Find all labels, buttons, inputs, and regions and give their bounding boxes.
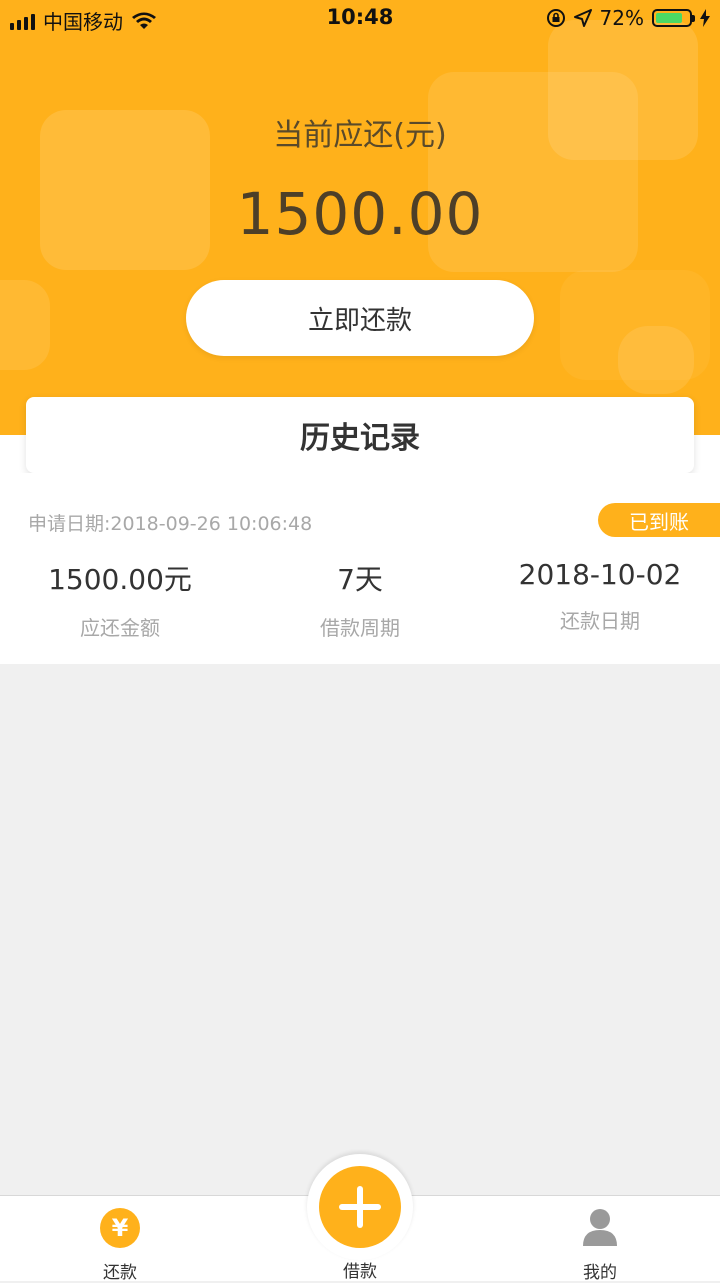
apply-date: 申请日期:2018-09-26 10:06:48 <box>28 513 313 535</box>
stat-label: 还款日期 <box>560 609 640 633</box>
tab-repay[interactable]: ¥ 还款 <box>0 1196 240 1283</box>
user-icon <box>583 1209 617 1246</box>
tab-label: 借款 <box>343 1262 377 1282</box>
battery-icon <box>652 9 695 27</box>
stat-value: 1500.00元 <box>48 563 192 596</box>
stat-value: 2018-10-02 <box>518 558 682 591</box>
battery-percent: 72% <box>599 6 644 30</box>
stat-period: 7天 借款周期 <box>240 558 480 641</box>
stat-amount: 1500.00元 应还金额 <box>0 558 240 641</box>
amount-due-value: 1500.00 <box>236 180 484 248</box>
stat-label: 借款周期 <box>320 616 400 640</box>
stat-due-date: 2018-10-02 还款日期 <box>480 558 720 634</box>
history-title: 历史记录 <box>26 397 694 473</box>
tab-label: 还款 <box>103 1263 137 1283</box>
tab-borrow[interactable] <box>307 1154 413 1260</box>
decorative-square <box>560 270 710 380</box>
stat-label: 应还金额 <box>80 616 160 640</box>
header-banner: 中国移动 10:48 72% 当前应还(元) 1500.00 立即还款 <box>0 0 720 435</box>
status-badge: 已到账 <box>598 503 720 537</box>
tab-label: 我的 <box>583 1263 617 1283</box>
status-bar: 中国移动 10:48 72% <box>0 0 720 36</box>
tab-mine[interactable]: 我的 <box>480 1196 720 1283</box>
plus-icon[interactable] <box>319 1166 401 1248</box>
orientation-lock-icon <box>546 9 565 27</box>
repay-now-button[interactable]: 立即还款 <box>186 280 534 356</box>
history-record[interactable]: 申请日期:2018-09-26 10:06:48 已到账 1500.00元 应还… <box>0 473 720 664</box>
location-arrow-icon <box>573 9 592 27</box>
charging-bolt-icon <box>700 9 710 27</box>
stat-value: 7天 <box>337 563 383 596</box>
yen-icon: ¥ <box>100 1208 140 1248</box>
decorative-square <box>0 280 50 370</box>
amount-due-label: 当前应还(元) <box>273 118 447 153</box>
